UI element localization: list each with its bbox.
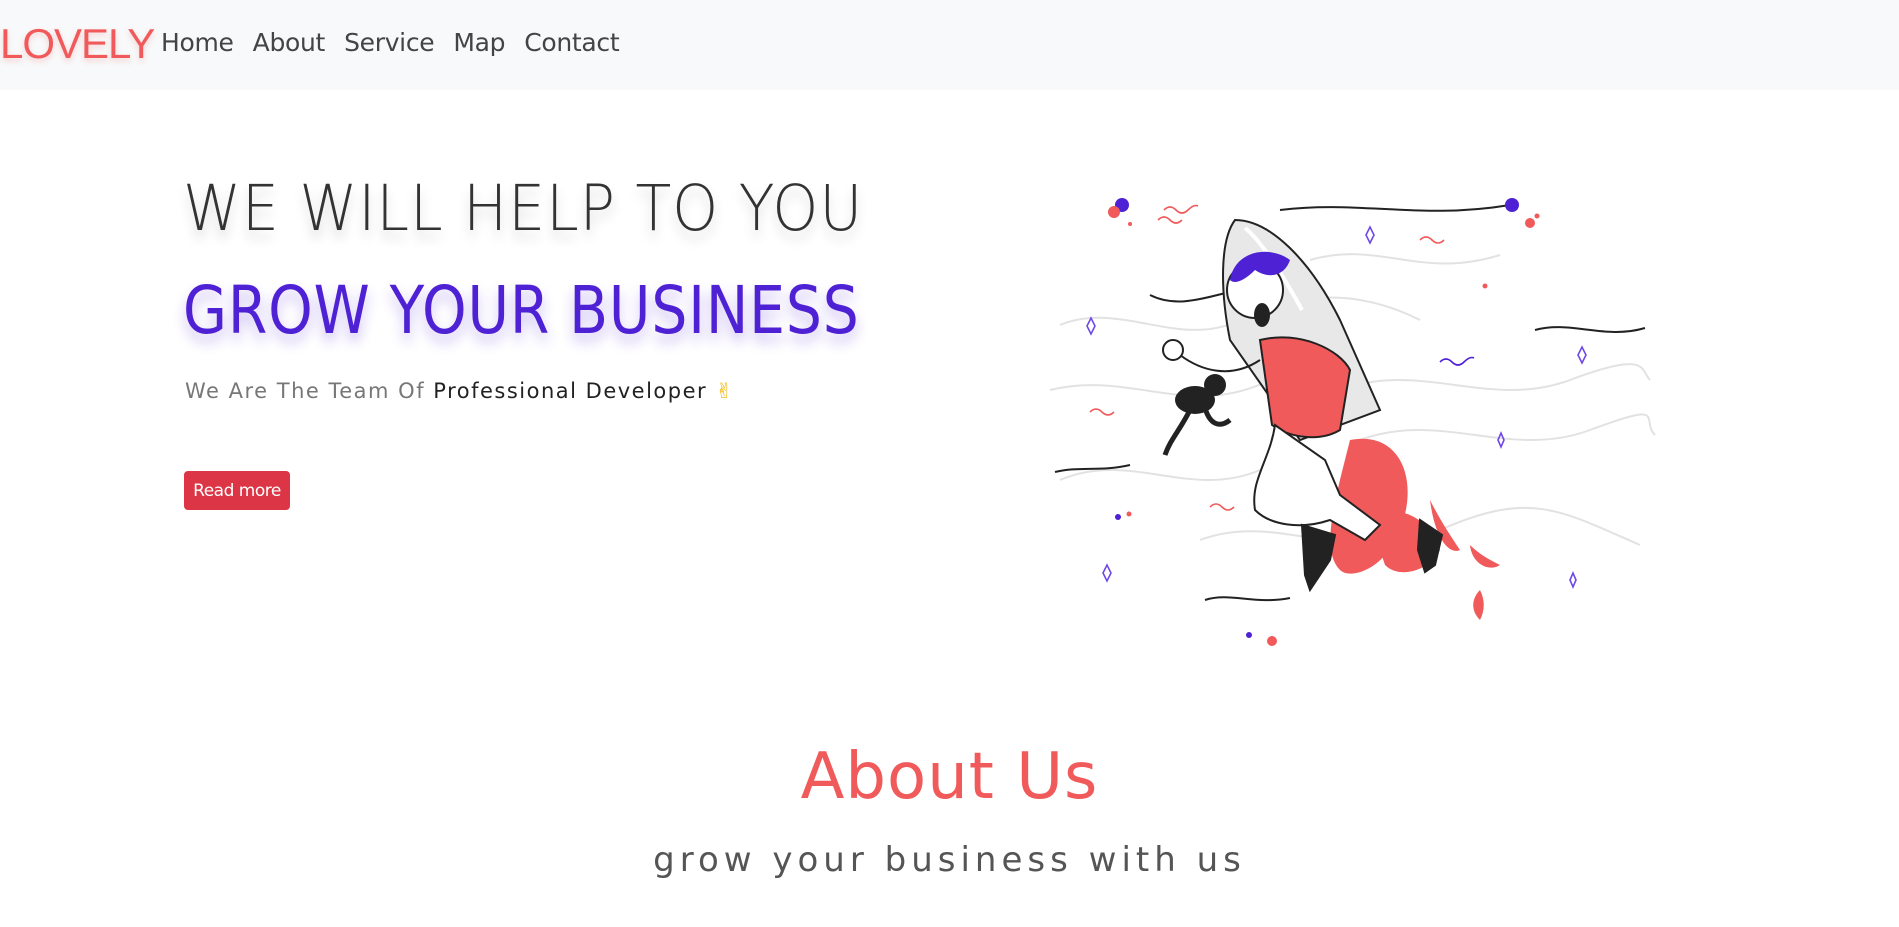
nav-link-contact[interactable]: Contact bbox=[524, 28, 619, 57]
hero-subtitle-strong: Professional Developer bbox=[433, 379, 708, 403]
victory-hand-icon: ✌ bbox=[715, 379, 735, 403]
navbar: LOVELY Home About Service Map Contact bbox=[0, 0, 1899, 90]
read-more-button[interactable]: Read more bbox=[184, 471, 290, 510]
brand-logo[interactable]: LOVELY bbox=[0, 20, 155, 68]
about-subtitle: grow your business with us bbox=[653, 840, 1246, 880]
hero-headline: WE WILL HELP TO YOU bbox=[183, 172, 864, 245]
nav-link-map[interactable]: Map bbox=[453, 28, 505, 57]
hero-tagline: GROW YOUR BUSINESS bbox=[183, 272, 860, 349]
nav-link-home[interactable]: Home bbox=[161, 28, 234, 57]
rocket-man-illustration bbox=[1049, 198, 1656, 646]
nav-links: Home About Service Map Contact bbox=[161, 28, 620, 57]
hero-subtitle: We Are The Team Of Professional Develope… bbox=[185, 379, 734, 403]
about-title: About Us bbox=[800, 740, 1099, 814]
nav-link-about[interactable]: About bbox=[253, 28, 326, 57]
hero-subtitle-prefix: We Are The Team Of bbox=[185, 379, 434, 403]
nav-link-service[interactable]: Service bbox=[344, 28, 435, 57]
